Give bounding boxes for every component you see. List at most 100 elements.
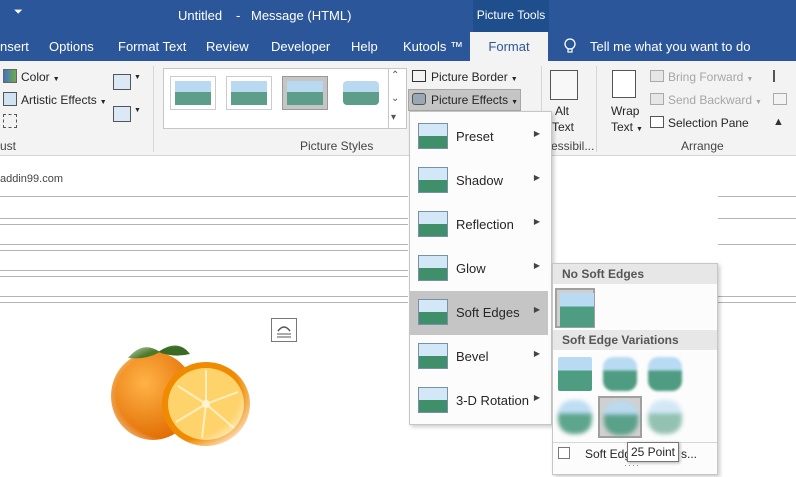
picture-style-1[interactable] (170, 76, 216, 110)
quick-access-dropdown-icon[interactable]: ⏷ (14, 6, 23, 19)
effects-menu-item-3d-rotation[interactable]: 3-D Rotation ▶ (410, 379, 548, 423)
effects-menu-item-shadow[interactable]: Shadow ▶ (410, 159, 548, 203)
compress-pictures-icon[interactable] (113, 74, 131, 90)
layout-options-icon[interactable] (271, 318, 297, 342)
tab-options[interactable]: Options (49, 32, 94, 61)
send-backward-icon (650, 93, 664, 105)
selection-pane-icon (650, 116, 664, 128)
submenu-arrow-icon: ▶ (533, 129, 540, 138)
reset-picture-icon[interactable] (3, 114, 17, 128)
soft-edges-options-suffix[interactable]: s... (681, 447, 697, 461)
menu-item-label: Bevel (456, 349, 489, 364)
soft-edge-5-point[interactable] (645, 354, 685, 394)
alt-text-icon[interactable] (550, 70, 578, 100)
rotate-icon[interactable]: ▲ (773, 116, 784, 128)
artistic-effects-icon (3, 92, 17, 106)
submenu-arrow-icon: ▶ (533, 217, 540, 226)
tab-developer[interactable]: Developer (271, 32, 330, 61)
document-title: Untitled (178, 8, 223, 23)
picture-style-4[interactable] (338, 76, 384, 110)
picture-tools-context-label: Picture Tools (473, 0, 549, 32)
glow-icon (418, 255, 448, 281)
tooltip: 25 Point (627, 442, 679, 462)
header-field-line (0, 224, 408, 225)
tab-insert[interactable]: nsert (0, 32, 29, 61)
soft-edge-50-point[interactable] (645, 397, 685, 437)
soft-edges-options-label[interactable]: Soft Edg (585, 447, 631, 461)
tab-review[interactable]: Review (206, 32, 249, 61)
soft-edge-25-point[interactable] (598, 396, 642, 438)
wrap-text-icon[interactable] (612, 70, 636, 98)
alt-text-line1[interactable]: Alt (555, 104, 569, 118)
header-field-line (0, 302, 408, 303)
menu-item-label: Reflection (456, 217, 514, 232)
wrap-text-line1[interactable]: Wrap (611, 104, 639, 118)
effects-menu-item-reflection[interactable]: Reflection ▶ (410, 203, 548, 247)
picture-border-button[interactable]: Picture Border ▼ (431, 70, 518, 84)
group-objects-icon[interactable] (773, 93, 787, 105)
change-picture-icon[interactable] (113, 106, 131, 122)
bring-forward-button[interactable]: Bring Forward ▼ (668, 70, 753, 84)
tab-kutools[interactable]: Kutools ™ (403, 32, 463, 61)
effects-menu-item-bevel[interactable]: Bevel ▶ (410, 335, 548, 379)
soft-edges-icon (418, 299, 448, 325)
header-field-line (0, 296, 408, 297)
group-separator (596, 66, 597, 152)
gallery-down-arrow-icon[interactable]: ⌄ (391, 93, 399, 104)
menu-item-label: Shadow (456, 173, 503, 188)
no-soft-edges-heading: No Soft Edges (553, 264, 717, 284)
lightbulb-icon (563, 38, 577, 54)
accessibility-group-label: essibil... (551, 139, 595, 153)
bring-forward-icon (650, 70, 664, 82)
send-backward-button[interactable]: Send Backward ▼ (668, 93, 762, 107)
soft-edge-variations-heading: Soft Edge Variations (553, 330, 717, 350)
effects-menu-item-preset[interactable]: Preset ▶ (410, 115, 548, 159)
effects-menu-item-glow[interactable]: Glow ▶ (410, 247, 548, 291)
shadow-icon (418, 167, 448, 193)
compress-dropdown-icon[interactable]: ▼ (134, 74, 141, 81)
soft-edge-10-point[interactable] (555, 397, 595, 437)
artistic-effects-button[interactable]: Artistic Effects ▼ (21, 93, 107, 107)
gallery-up-arrow-icon[interactable]: ⌃ (391, 70, 399, 81)
soft-edge-2-5-point[interactable] (600, 354, 640, 394)
soft-edges-options-icon (558, 447, 570, 459)
picture-border-icon (412, 70, 426, 82)
align-icon[interactable] (773, 70, 787, 82)
menu-item-label: Glow (456, 261, 486, 276)
tab-format[interactable]: Format (470, 32, 548, 61)
picture-style-3[interactable] (282, 76, 328, 110)
submenu-arrow-icon: ▶ (533, 261, 540, 270)
header-field-line (0, 244, 408, 245)
effects-menu-item-soft-edges[interactable]: Soft Edges ▶ (410, 291, 548, 335)
tab-format-text[interactable]: Format Text (118, 32, 186, 61)
menu-item-label: Preset (456, 129, 494, 144)
picture-style-2[interactable] (226, 76, 272, 110)
wrap-text-line2[interactable]: Text ▼ (611, 120, 643, 134)
arrange-group-label: Arrange (681, 139, 724, 153)
alt-text-line2[interactable]: Text (552, 120, 574, 134)
header-field-line (718, 218, 796, 219)
header-field-line (718, 196, 796, 197)
picture-effects-icon (412, 93, 426, 105)
header-field-line (718, 244, 796, 245)
group-separator (153, 66, 154, 152)
color-icon (3, 69, 17, 83)
soft-edge-1-point[interactable] (555, 354, 595, 394)
color-button[interactable]: Color ▼ (21, 70, 60, 84)
selection-pane-button[interactable]: Selection Pane (668, 116, 749, 130)
menu-item-label: Soft Edges (456, 305, 520, 320)
header-field-line (0, 250, 408, 251)
header-field-line (0, 270, 408, 271)
bevel-icon (418, 343, 448, 369)
no-soft-edge-option[interactable] (555, 288, 595, 328)
from-address: addin99.com (0, 173, 63, 185)
title-bar: ⏷ Untitled - Message (HTML) (0, 0, 796, 32)
header-field-line (718, 296, 796, 297)
tell-me-search[interactable]: Tell me what you want to do (590, 32, 750, 61)
header-field-line (0, 196, 408, 197)
change-picture-dropdown-icon[interactable]: ▼ (134, 107, 141, 114)
picture-styles-group-label: Picture Styles (300, 139, 374, 153)
gallery-more-icon[interactable]: ▾ (391, 112, 396, 123)
oranges-picture[interactable] (98, 334, 258, 454)
tab-help[interactable]: Help (351, 32, 378, 61)
